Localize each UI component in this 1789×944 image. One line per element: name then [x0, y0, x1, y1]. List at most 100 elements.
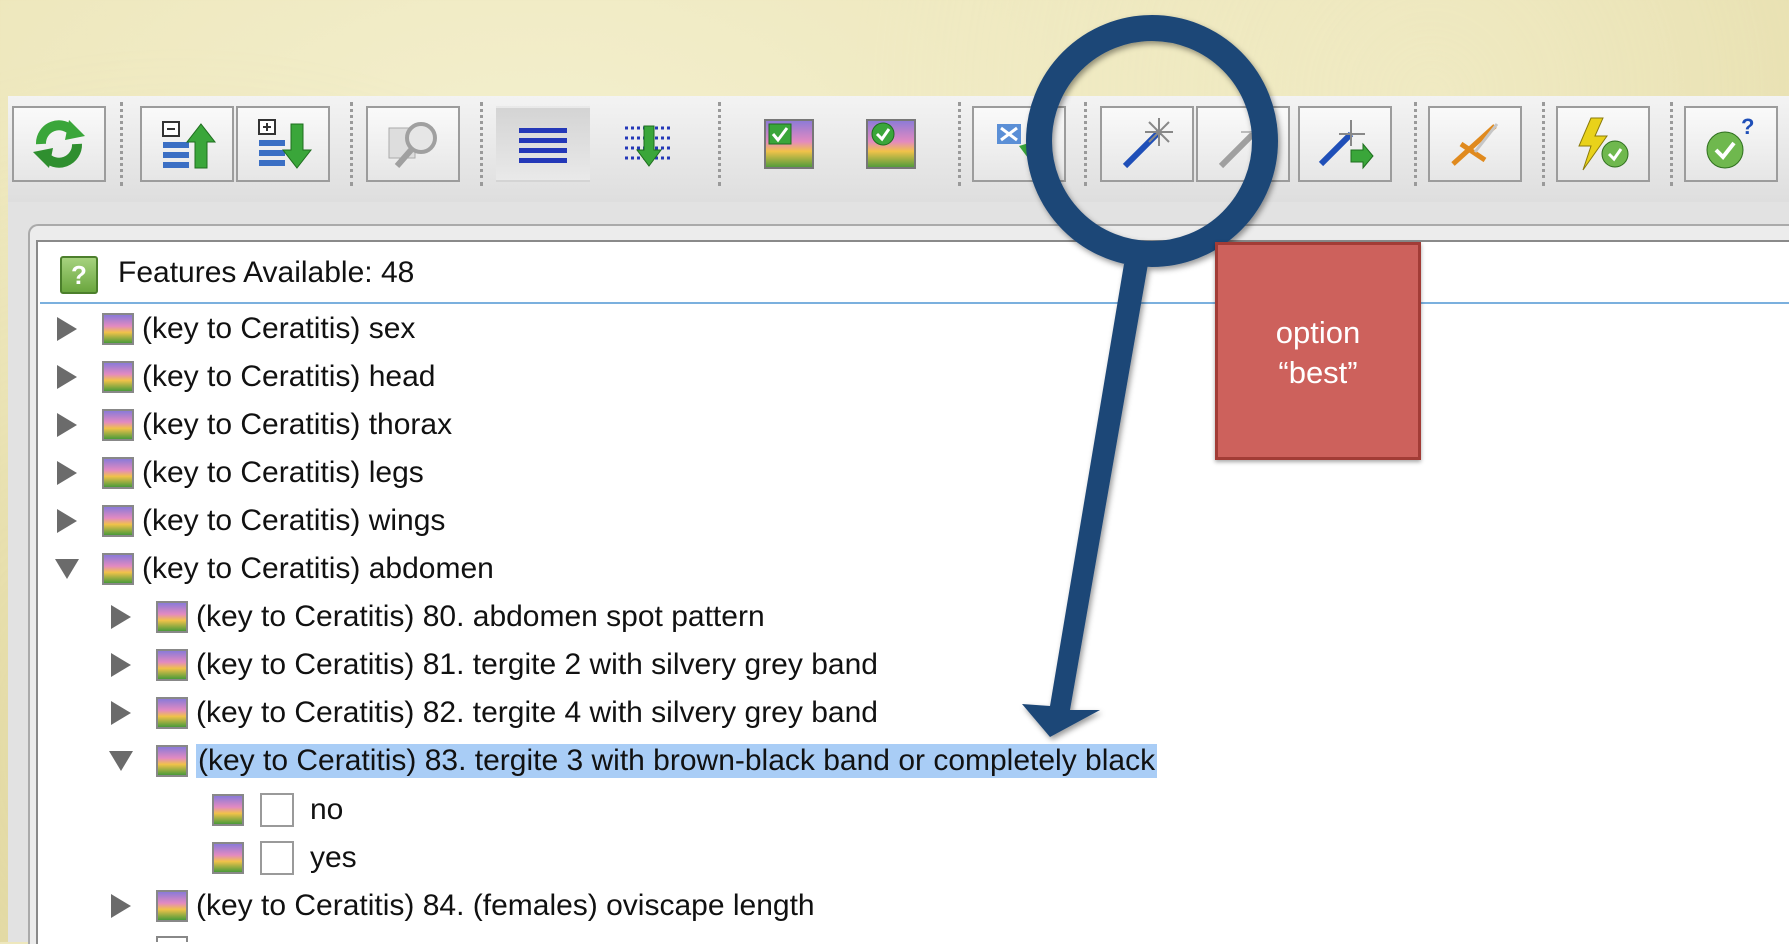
tree-row-label: (key to Ceratitis) wings	[142, 504, 446, 537]
tree-row-label: (key to Ceratitis) 81. tergite 2 with si…	[196, 648, 878, 681]
check-help-icon: ?	[1706, 116, 1754, 169]
chevron-right-icon	[57, 509, 77, 533]
image-icon	[156, 890, 188, 922]
expand-toggle[interactable]	[48, 461, 86, 485]
expand-toggle[interactable]	[102, 701, 140, 725]
tree-row-label: (key to Ceratitis) abdomen	[142, 552, 494, 585]
image-check-icon	[764, 119, 814, 169]
image-icon	[102, 505, 134, 537]
image-icon	[102, 553, 134, 585]
magic-wand-forward-button[interactable]	[1298, 106, 1392, 182]
refresh-icon	[33, 120, 85, 168]
scissors-button[interactable]	[1428, 106, 1522, 182]
chevron-right-icon	[111, 701, 131, 725]
move-up-button[interactable]	[140, 106, 234, 182]
scissors-icon	[1451, 123, 1499, 166]
tree-option-row[interactable]: yes	[196, 835, 357, 881]
magic-wand-icon	[1122, 118, 1173, 169]
magic-wand-button[interactable]	[1100, 106, 1194, 182]
option-label: no	[310, 793, 344, 826]
expand-toggle[interactable]	[48, 365, 86, 389]
collapse-toggle[interactable]	[48, 559, 86, 579]
image-check-button[interactable]	[742, 106, 836, 182]
help-icon[interactable]: ?	[60, 256, 98, 294]
image-ok-button[interactable]	[844, 106, 938, 182]
tree-row-label: (key to Ceratitis) head	[142, 360, 436, 393]
image-icon	[156, 601, 188, 633]
tree-option-row[interactable]: no	[196, 787, 343, 833]
svg-text:?: ?	[1741, 116, 1754, 139]
magic-wand-disabled-icon	[1218, 118, 1269, 169]
tree-row[interactable]: (key to Ceratitis) 81. tergite 2 with si…	[102, 642, 878, 688]
chevron-right-icon	[111, 894, 131, 918]
tree-row[interactable]: (key to Ceratitis) sex	[48, 306, 415, 352]
tree-row-label: (key to Ceratitis) 84. (females) oviscap…	[196, 889, 815, 922]
tree-row[interactable]: (key to Ceratitis) abdomen	[48, 546, 494, 592]
expand-toggle[interactable]	[102, 653, 140, 677]
callout-line-1: option	[1275, 315, 1361, 350]
option-label: yes	[310, 841, 357, 874]
option-checkbox[interactable]	[260, 841, 294, 875]
move-up-icon	[162, 121, 217, 169]
find-button[interactable]	[366, 106, 460, 182]
image-ok-icon	[866, 119, 916, 169]
tree-row-selected[interactable]: (key to Ceratitis) 83. tergite 3 with br…	[102, 738, 1158, 784]
collapse-toggle[interactable]	[102, 751, 140, 771]
lightning-check-icon	[1578, 117, 1629, 171]
expand-all-button[interactable]	[602, 106, 696, 182]
image-icon	[102, 313, 134, 345]
chevron-right-icon	[57, 365, 77, 389]
tree-row-label: (key to Ceratitis) 80. abdomen spot patt…	[196, 600, 765, 633]
expand-all-icon	[625, 125, 673, 167]
move-down-button[interactable]	[236, 106, 330, 182]
image-icon	[102, 409, 134, 441]
check-help-button[interactable]: ?	[1684, 106, 1778, 182]
expand-toggle[interactable]	[102, 605, 140, 629]
chevron-right-icon	[57, 461, 77, 485]
find-icon	[388, 122, 437, 168]
expand-toggle[interactable]	[48, 509, 86, 533]
expand-toggle[interactable]	[48, 413, 86, 437]
tree-row[interactable]: (key to Ceratitis) 80. abdomen spot patt…	[102, 594, 765, 640]
image-icon	[212, 794, 244, 826]
image-icon	[156, 745, 188, 777]
list-view-button[interactable]	[496, 106, 590, 182]
chevron-down-icon	[109, 751, 133, 771]
image-icon	[156, 697, 188, 729]
expand-toggle[interactable]	[102, 894, 140, 918]
tree-row[interactable]: (key to Ceratitis) thorax	[48, 402, 452, 448]
chevron-down-icon	[55, 559, 79, 579]
features-count-label: Features Available: 48	[118, 256, 415, 289]
tree-row[interactable]: (key to Ceratitis) 82. tergite 4 with si…	[102, 690, 878, 736]
callout-line-2: “best”	[1278, 355, 1358, 390]
delete-button[interactable]	[972, 106, 1066, 182]
chevron-right-icon	[57, 413, 77, 437]
tree-row-label: (key to Ceratitis) thorax	[142, 408, 453, 441]
refresh-button[interactable]	[12, 106, 106, 182]
magic-wand-forward-icon	[1318, 120, 1374, 170]
move-down-icon	[258, 119, 313, 169]
image-icon	[212, 842, 244, 874]
image-icon	[102, 361, 134, 393]
chevron-right-icon	[111, 605, 131, 629]
magic-wand-disabled-button[interactable]	[1196, 106, 1290, 182]
chevron-right-icon	[111, 653, 131, 677]
lightning-check-button[interactable]	[1556, 106, 1650, 182]
delete-icon	[997, 124, 1039, 162]
toolbar: ?	[8, 96, 1789, 204]
tree-row-label: (key to Ceratitis) sex	[142, 312, 416, 345]
tree-row-label: (key to Ceratitis) legs	[142, 456, 424, 489]
option-checkbox[interactable]	[260, 793, 294, 827]
option-best-callout: option “best”	[1215, 242, 1421, 460]
image-icon	[156, 649, 188, 681]
expand-toggle[interactable]	[48, 317, 86, 341]
tree-row[interactable]: (key to Ceratitis) wings	[48, 498, 445, 544]
tree-row[interactable]: (key to Ceratitis) 84. (females) oviscap…	[102, 883, 815, 929]
image-icon	[156, 936, 188, 942]
tree-row[interactable]: (key to Ceratitis) legs	[48, 450, 424, 496]
image-icon	[102, 457, 134, 489]
tree-row[interactable]: (key to Ceratitis) head	[48, 354, 435, 400]
tree-row-label: (key to Ceratitis) 82. tergite 4 with si…	[196, 696, 878, 729]
chevron-right-icon	[57, 317, 77, 341]
list-view-icon	[519, 128, 567, 163]
